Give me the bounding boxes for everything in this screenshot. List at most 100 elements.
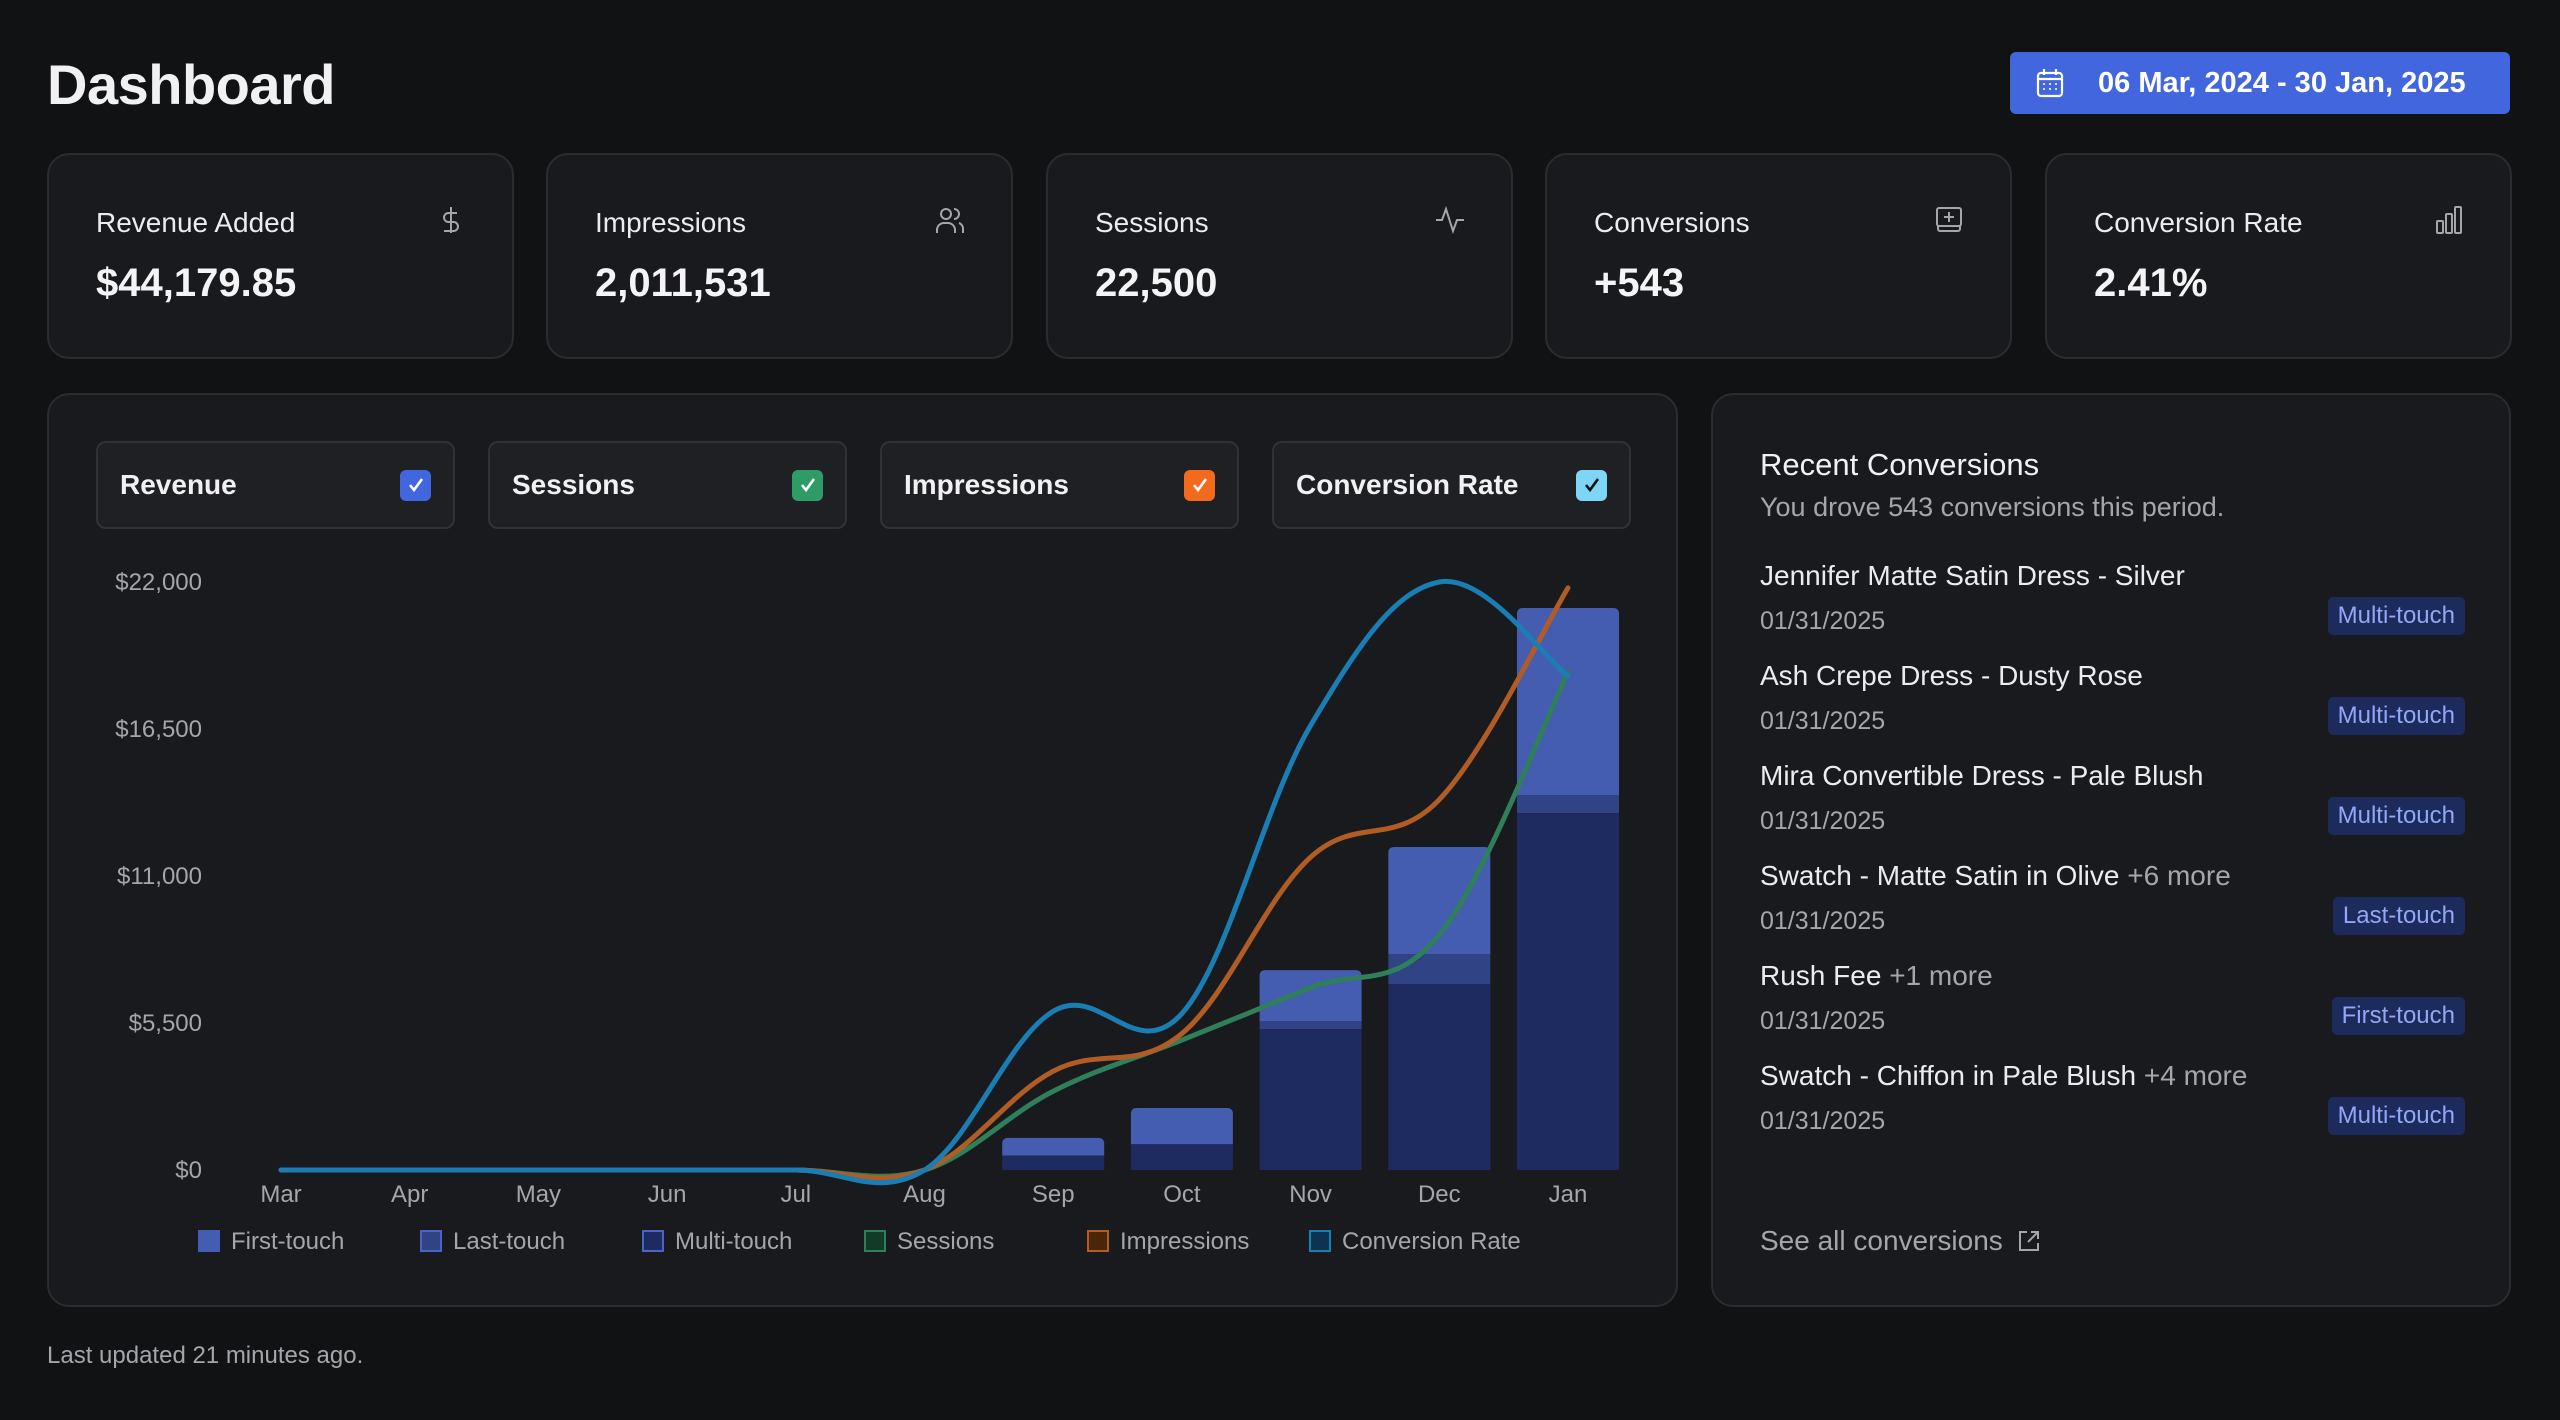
bar-multi-touch: [1002, 1156, 1105, 1170]
conversion-more: +4 more: [2143, 1060, 2248, 1091]
y-tick-label: $16,500: [115, 716, 202, 743]
conversion-product: Swatch - Chiffon in Pale Blush: [1760, 1060, 2137, 1091]
recent-title: Recent Conversions: [1760, 447, 2040, 482]
legend-swatch: [420, 1230, 442, 1252]
conversion-item[interactable]: Ash Crepe Dress - Dusty Rose 01/31/2025 Mu…: [1760, 660, 2465, 750]
line-impressions: [278, 585, 1571, 1181]
kpi-card-conversion-rate: Conversion Rate 2.41%: [2045, 153, 2512, 359]
attribution-badge: Last-touch: [2332, 897, 2465, 935]
kpi-label: Conversions: [1594, 207, 1750, 238]
conversion-date: 01/31/2025: [1760, 707, 1886, 735]
kpi-value: 22,500: [1095, 261, 1218, 305]
legend-label: Impressions: [1120, 1228, 1249, 1255]
bar-first-touch: [1002, 1137, 1105, 1156]
line-conversion-rate: [278, 578, 1571, 1186]
bar-last-touch: [1259, 1020, 1362, 1030]
conversion-name: Ash Crepe Dress - Dusty Rose: [1760, 660, 2143, 692]
calendar-icon: [2036, 69, 2064, 98]
y-tick-label: $5,500: [129, 1010, 202, 1037]
legend-swatch: [642, 1230, 664, 1252]
bar-last-touch: [1388, 954, 1491, 984]
conversion-item[interactable]: Jennifer Matte Satin Dress - Silver 01/31…: [1760, 560, 2465, 650]
attribution-badge: First-touch: [2331, 997, 2465, 1035]
external-link-icon: [2018, 1231, 2039, 1251]
kpi-card-conversions: Conversions +543: [1545, 153, 2012, 359]
plus-box-icon: [1936, 207, 1962, 232]
legend-swatch: [1087, 1230, 1109, 1252]
legend-label: First-touch: [231, 1228, 344, 1255]
legend-label: Sessions: [897, 1228, 994, 1255]
activity-icon: [1436, 205, 1464, 235]
bar-first-touch: [1517, 608, 1619, 796]
conversion-product: Rush Fee: [1760, 960, 1882, 991]
last-updated: Last updated 21 minutes ago.: [47, 1342, 364, 1369]
revenue-chart: $0 $5,500 $11,000 $16,500 $22,000 Mar Apr May Ju…: [115, 569, 1619, 1255]
kpi-label: Sessions: [1095, 207, 1209, 238]
kpi-card-impressions: Impressions 2,011,531: [546, 153, 1013, 359]
users-icon: [936, 208, 964, 233]
conversion-date: 01/31/2025: [1760, 607, 1886, 635]
conversion-product: Mira Convertible Dress - Pale Blush: [1760, 760, 2204, 791]
kpi-label: Conversion Rate: [2094, 207, 2303, 238]
legend-swatch: [1309, 1230, 1331, 1252]
y-tick-label: $0: [175, 1157, 202, 1184]
see-all-label: See all conversions: [1760, 1225, 2003, 1256]
legend-swatch: [198, 1230, 220, 1252]
x-tick-label: Jun: [648, 1181, 687, 1208]
x-tick-label: Dec: [1418, 1181, 1461, 1208]
kpi-value: $44,179.85: [96, 261, 297, 305]
bar-last-touch: [1517, 795, 1619, 814]
x-tick-label: Nov: [1289, 1181, 1332, 1208]
legend-label: Last-touch: [453, 1228, 565, 1255]
conversion-more: +1 more: [1889, 960, 1993, 991]
dollar-icon: [443, 207, 459, 233]
x-tick-label: May: [516, 1181, 561, 1208]
see-all-conversions-link[interactable]: See all conversions: [1760, 1225, 2041, 1257]
conversion-date: 01/31/2025: [1760, 807, 1886, 835]
kpi-label: Impressions: [595, 207, 746, 238]
kpi-label: Revenue Added: [96, 207, 296, 238]
conversion-item[interactable]: Rush Fee +1 more 01/31/2025 First-touch: [1760, 960, 2465, 1050]
conversion-name: Swatch - Matte Satin in Olive +6 more: [1760, 860, 2231, 892]
kpi-card-revenue: Revenue Added $44,179.85: [47, 153, 514, 359]
recent-subtitle: You drove 543 conversions this period.: [1760, 492, 2225, 522]
conversion-product: Jennifer Matte Satin Dress - Silver: [1760, 560, 2185, 591]
bar-multi-touch: [1388, 983, 1491, 1170]
conversion-item[interactable]: Swatch - Matte Satin in Olive +6 more 01/…: [1760, 860, 2465, 950]
conversion-date: 01/31/2025: [1760, 1107, 1886, 1135]
conversion-date: 01/31/2025: [1760, 907, 1886, 935]
legend-swatch: [864, 1230, 886, 1252]
bar-multi-touch: [1259, 1029, 1362, 1170]
attribution-badge: Multi-touch: [2327, 797, 2465, 835]
conversion-name: Rush Fee +1 more: [1760, 960, 1993, 992]
kpi-card-sessions: Sessions 22,500: [1046, 153, 1513, 359]
kpi-value: 2.41%: [2094, 261, 2208, 305]
attribution-badge: Multi-touch: [2327, 697, 2465, 735]
date-range-button[interactable]: 06 Mar, 2024 - 30 Jan, 2025: [2010, 52, 2510, 114]
y-tick-label: $11,000: [117, 863, 202, 890]
bar-multi-touch: [1130, 1144, 1233, 1170]
chart-card: Revenue Sessions Impressions Conversion …: [47, 393, 1678, 1307]
conversion-item[interactable]: Swatch - Chiffon in Pale Blush +4 more 01…: [1760, 1060, 2465, 1150]
conversion-more: +6 more: [2127, 860, 2231, 891]
legend-label: Multi-touch: [675, 1228, 792, 1255]
bar-last-touch: [1002, 1155, 1105, 1157]
line-sessions: [278, 670, 1571, 1179]
bar-multi-touch: [1517, 813, 1619, 1170]
x-tick-label: Sep: [1032, 1181, 1075, 1208]
conversion-product: Swatch - Matte Satin in Olive: [1760, 860, 2120, 891]
page-title: Dashboard: [47, 53, 336, 116]
x-tick-label: Jan: [1549, 1181, 1588, 1208]
conversion-name: Mira Convertible Dress - Pale Blush: [1760, 760, 2204, 792]
conversion-item[interactable]: Mira Convertible Dress - Pale Blush 01/31…: [1760, 760, 2465, 850]
y-tick-label: $22,000: [115, 569, 202, 596]
x-tick-label: Aug: [903, 1181, 946, 1208]
kpi-value: 2,011,531: [595, 261, 771, 305]
conversion-product: Ash Crepe Dress - Dusty Rose: [1760, 660, 2143, 691]
x-tick-label: Mar: [260, 1181, 301, 1208]
kpi-value: +543: [1594, 261, 1685, 305]
x-tick-label: Oct: [1163, 1181, 1201, 1208]
conversion-name: Jennifer Matte Satin Dress - Silver: [1760, 560, 2185, 592]
bar-chart-icon: [2436, 206, 2462, 234]
conversion-date: 01/31/2025: [1760, 1007, 1886, 1035]
